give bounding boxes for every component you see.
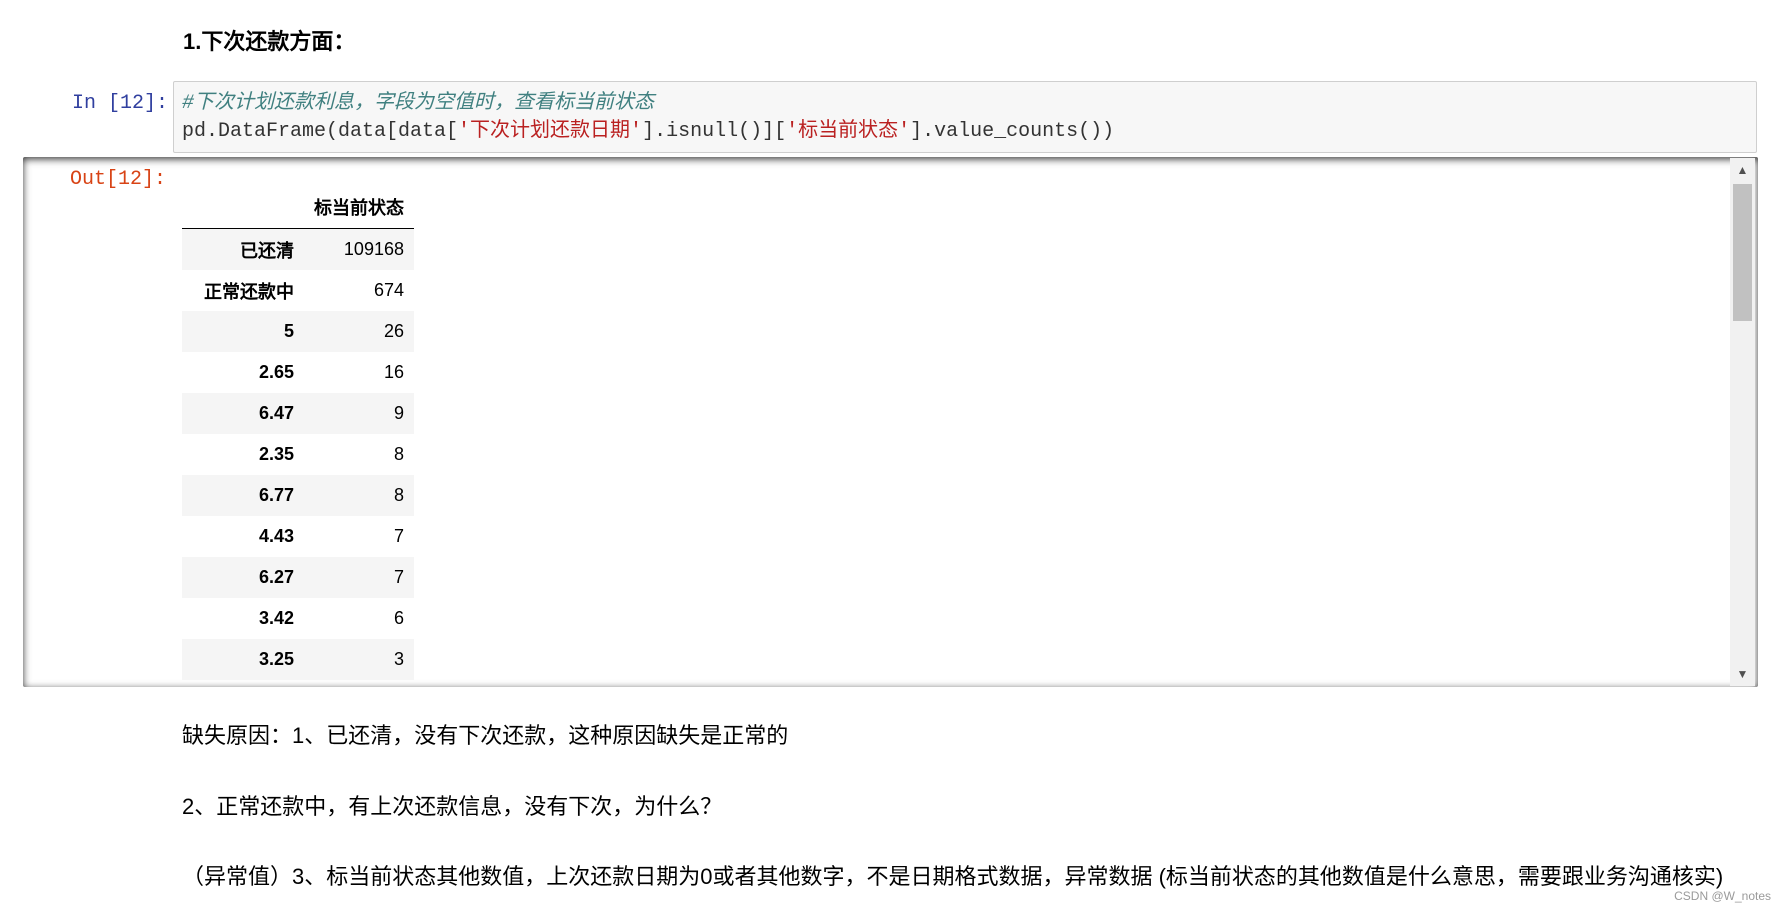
row-value: 7 <box>393 526 404 546</box>
row-index: 已还清 <box>240 240 294 261</box>
scroll-thumb[interactable] <box>1733 184 1752 321</box>
row-index: 2.35 <box>258 444 294 464</box>
note-1: 缺失原因：1、已还清，没有下次还款，这种原因缺失是正常的 <box>182 723 789 748</box>
section-heading: 1.下次还款方面： <box>183 29 356 54</box>
row-index: 6.77 <box>258 485 294 505</box>
row-value: 16 <box>383 362 404 382</box>
scroll-up-icon[interactable]: ▲ <box>1730 160 1755 180</box>
dataframe-table: 标当前状态 已还清 109168 正常还款中 674 5 26 2.65 16 6.47… <box>182 186 414 680</box>
row-index: 正常还款中 <box>204 281 294 302</box>
code-mid: ].isnull()][ <box>642 120 787 143</box>
table-row: 6.77 8 <box>182 475 414 516</box>
table-row: 3.42 6 <box>182 598 414 639</box>
table-row: 4.43 7 <box>182 516 414 557</box>
input-prompt: In [12]: <box>71 92 168 115</box>
table-row: 2.65 16 <box>182 352 414 393</box>
table-row: 已还清 109168 <box>182 228 414 270</box>
code-suffix: ].value_counts()) <box>910 120 1115 143</box>
row-value: 6 <box>393 608 404 628</box>
scroll-down-icon[interactable]: ▼ <box>1730 664 1755 684</box>
code-prefix: pd.DataFrame(data[data[ <box>182 120 459 143</box>
code-cell-editor[interactable]: #下次计划还款利息，字段为空值时，查看标当前状态 pd.DataFrame(da… <box>173 81 1757 153</box>
table-row: 6.47 9 <box>182 393 414 434</box>
table-header-row: 标当前状态 <box>182 186 414 229</box>
row-index: 6.27 <box>258 567 294 587</box>
table-row: 5 26 <box>182 311 414 352</box>
row-value: 7 <box>393 567 404 587</box>
code-string-2: '标当前状态' <box>786 120 911 143</box>
row-index: 3.25 <box>258 649 294 669</box>
output-scrollbar[interactable]: ▲ ▼ <box>1730 158 1755 686</box>
row-value: 9 <box>393 403 404 423</box>
note-2: 2、正常还款中，有上次还款信息，没有下次，为什么？ <box>182 794 723 819</box>
row-value: 674 <box>373 280 404 300</box>
row-index: 5 <box>283 321 294 341</box>
index-header <box>182 186 304 229</box>
row-index: 6.47 <box>258 403 294 423</box>
table-row: 2.35 8 <box>182 434 414 475</box>
table-row: 正常还款中 674 <box>182 270 414 311</box>
column-header: 标当前状态 <box>304 186 414 229</box>
table-row: 6.27 7 <box>182 557 414 598</box>
note-3: （异常值）3、标当前状态其他数值，上次还款日期为0或者其他数字，不是日期格式数据… <box>182 864 1724 889</box>
row-value: 3 <box>393 649 404 669</box>
row-index: 2.65 <box>258 362 294 382</box>
row-value: 8 <box>393 485 404 505</box>
row-value: 26 <box>383 321 404 341</box>
output-prompt: Out[12]: <box>69 168 166 191</box>
row-index: 4.43 <box>258 526 294 546</box>
row-value: 109168 <box>343 239 404 259</box>
row-index: 3.42 <box>258 608 294 628</box>
watermark: CSDN @W_notes <box>1674 889 1771 903</box>
code-comment: #下次计划还款利息，字段为空值时，查看标当前状态 <box>182 92 655 115</box>
code-string-1: '下次计划还款日期' <box>458 120 643 143</box>
row-value: 8 <box>393 444 404 464</box>
table-row: 3.25 3 <box>182 639 414 680</box>
